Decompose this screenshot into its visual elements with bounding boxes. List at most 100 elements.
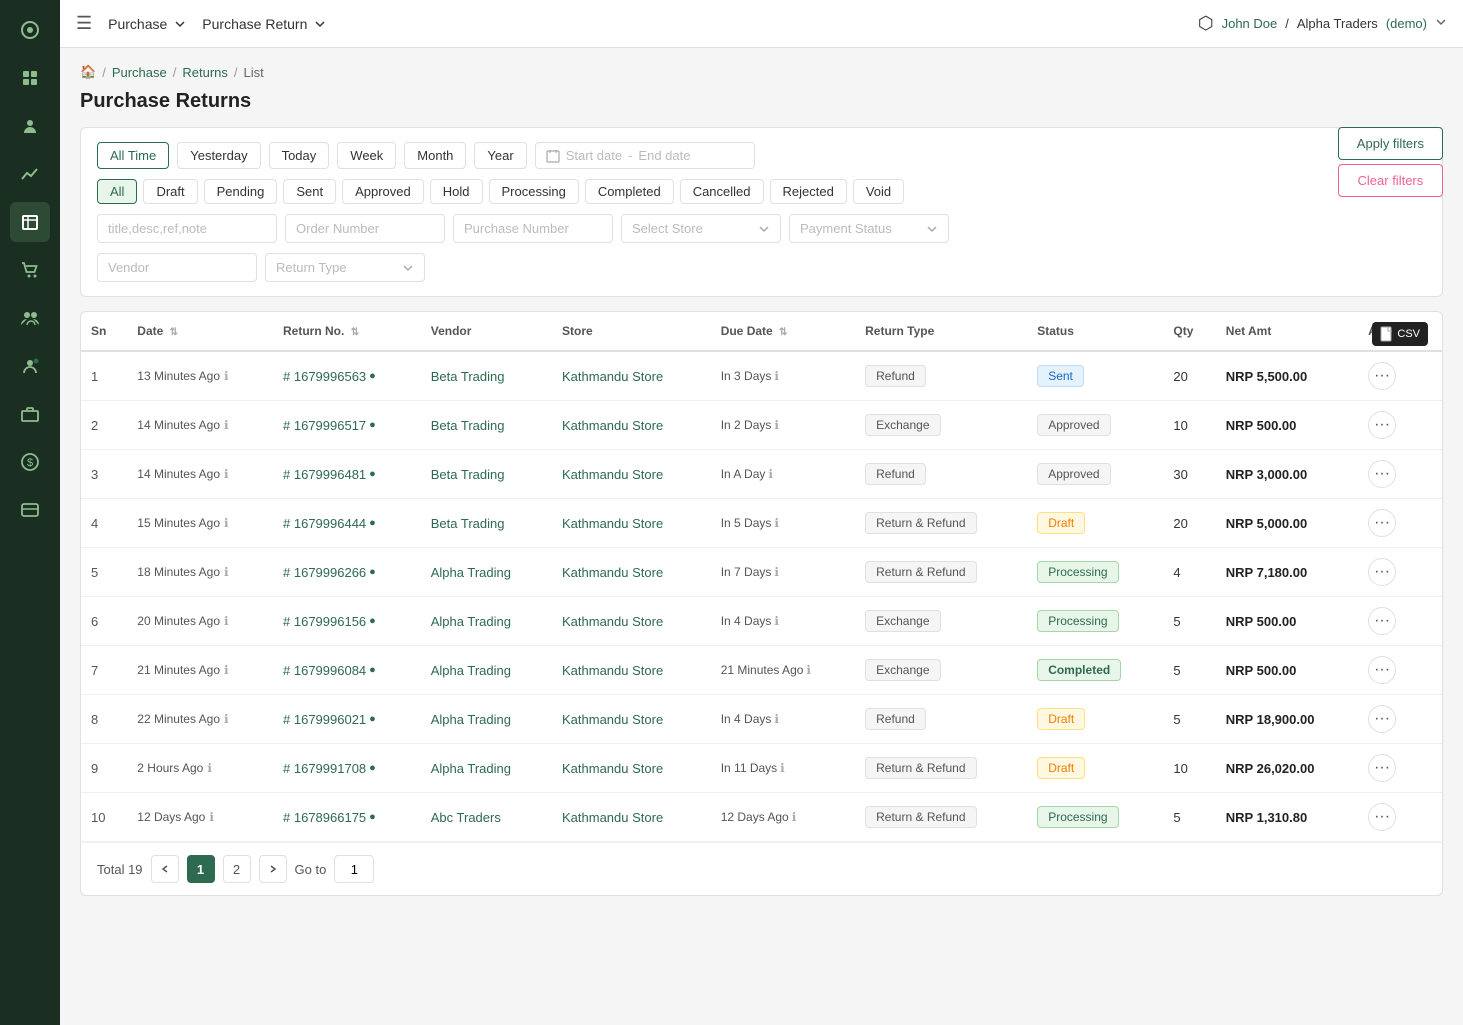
breadcrumb-home[interactable]: 🏠 xyxy=(80,64,96,80)
cell-net-amt: NRP 5,500.00 xyxy=(1216,351,1358,401)
cell-date: 18 Minutes Ago ℹ xyxy=(127,548,273,597)
person-icon[interactable] xyxy=(10,106,50,146)
row-action-button[interactable]: ··· xyxy=(1368,754,1396,782)
cell-return-no: # 1678966175 ● xyxy=(273,793,421,842)
status-btn-cancelled[interactable]: Cancelled xyxy=(680,179,764,204)
status-btn-hold[interactable]: Hold xyxy=(430,179,483,204)
page-1-button[interactable]: 1 xyxy=(187,855,215,883)
building-icon[interactable] xyxy=(10,202,50,242)
row-action-button[interactable]: ··· xyxy=(1368,558,1396,586)
apply-filters-button[interactable]: Apply filters xyxy=(1338,127,1443,160)
cell-sn: 10 xyxy=(81,793,127,842)
demo-label: (demo) xyxy=(1386,16,1427,31)
user-menu-chevron[interactable] xyxy=(1435,16,1447,31)
prev-page-button[interactable] xyxy=(151,855,179,883)
time-btn-alltime[interactable]: All Time xyxy=(97,142,169,169)
cell-vendor: Beta Trading xyxy=(421,450,552,499)
dollar-icon[interactable]: $ xyxy=(10,442,50,482)
briefcase-icon[interactable] xyxy=(10,394,50,434)
status-btn-completed[interactable]: Completed xyxy=(585,179,674,204)
vendor-return-row: Return Type xyxy=(97,253,1426,282)
row-action-button[interactable]: ··· xyxy=(1368,460,1396,488)
status-btn-approved[interactable]: Approved xyxy=(342,179,424,204)
status-btn-void[interactable]: Void xyxy=(853,179,904,204)
status-btn-rejected[interactable]: Rejected xyxy=(770,179,847,204)
users-icon[interactable] xyxy=(10,58,50,98)
cell-return-no: # 1679996563 ● xyxy=(273,351,421,401)
cell-vendor: Beta Trading xyxy=(421,351,552,401)
goto-page-input[interactable] xyxy=(334,855,374,883)
cell-qty: 10 xyxy=(1163,401,1215,450)
clear-filters-button[interactable]: Clear filters xyxy=(1338,164,1443,197)
cell-due-date: In 5 Days ℹ xyxy=(711,499,855,548)
cell-net-amt: NRP 500.00 xyxy=(1216,597,1358,646)
date-range-input[interactable]: Start date - End date xyxy=(535,142,755,169)
row-action-button[interactable]: ··· xyxy=(1368,607,1396,635)
title-search-input[interactable] xyxy=(97,214,277,243)
cell-qty: 30 xyxy=(1163,450,1215,499)
cart-icon[interactable] xyxy=(10,250,50,290)
breadcrumb-purchase[interactable]: Purchase xyxy=(112,65,167,80)
hamburger-icon[interactable]: ☰ xyxy=(76,13,92,34)
chart-icon[interactable] xyxy=(10,154,50,194)
page-2-button[interactable]: 2 xyxy=(223,855,251,883)
cell-vendor: Abc Traders xyxy=(421,793,552,842)
col-date[interactable]: Date ⇅ xyxy=(127,312,273,351)
team-icon[interactable] xyxy=(10,490,50,530)
table-row: 4 15 Minutes Ago ℹ # 1679996444 ● Beta T… xyxy=(81,499,1442,548)
breadcrumb-returns[interactable]: Returns xyxy=(182,65,228,80)
cell-qty: 5 xyxy=(1163,646,1215,695)
cell-return-type: Exchange xyxy=(855,401,1027,450)
col-return-no[interactable]: Return No. ⇅ xyxy=(273,312,421,351)
col-vendor: Vendor xyxy=(421,312,552,351)
order-number-input[interactable] xyxy=(285,214,445,243)
status-btn-all[interactable]: All xyxy=(97,179,137,204)
breadcrumb: 🏠 / Purchase / Returns / List xyxy=(80,64,1443,80)
row-action-button[interactable]: ··· xyxy=(1368,656,1396,684)
cell-return-no: # 1679996444 ● xyxy=(273,499,421,548)
purchase-number-input[interactable] xyxy=(453,214,613,243)
return-type-dropdown[interactable]: Return Type xyxy=(265,253,425,282)
table-body: 1 13 Minutes Ago ℹ # 1679996563 ● Beta T… xyxy=(81,351,1442,842)
payment-status-dropdown[interactable]: Payment Status xyxy=(789,214,949,243)
status-btn-pending[interactable]: Pending xyxy=(204,179,278,204)
cell-vendor: Alpha Trading xyxy=(421,597,552,646)
row-action-button[interactable]: ··· xyxy=(1368,803,1396,831)
next-page-button[interactable] xyxy=(259,855,287,883)
csv-export-button[interactable]: CSV xyxy=(1372,322,1428,346)
vendor-input[interactable] xyxy=(97,253,257,282)
cell-date: 15 Minutes Ago ℹ xyxy=(127,499,273,548)
people-icon[interactable] xyxy=(10,298,50,338)
user-admin-icon[interactable] xyxy=(10,346,50,386)
time-btn-week[interactable]: Week xyxy=(337,142,396,169)
cell-return-no: # 1679996517 ● xyxy=(273,401,421,450)
status-btn-sent[interactable]: Sent xyxy=(283,179,336,204)
cell-return-no: # 1679996481 ● xyxy=(273,450,421,499)
purchase-return-menu[interactable]: Purchase Return xyxy=(202,16,326,32)
status-badge: Approved xyxy=(1037,414,1110,436)
cell-due-date: 12 Days Ago ℹ xyxy=(711,793,855,842)
row-action-button[interactable]: ··· xyxy=(1368,705,1396,733)
status-btn-processing[interactable]: Processing xyxy=(489,179,579,204)
row-action-button[interactable]: ··· xyxy=(1368,509,1396,537)
time-btn-year[interactable]: Year xyxy=(474,142,526,169)
purchase-menu[interactable]: Purchase xyxy=(108,16,186,32)
cell-return-no: # 1679996084 ● xyxy=(273,646,421,695)
col-qty: Qty xyxy=(1163,312,1215,351)
time-btn-today[interactable]: Today xyxy=(269,142,330,169)
time-btn-yesterday[interactable]: Yesterday xyxy=(177,142,260,169)
status-btn-draft[interactable]: Draft xyxy=(143,179,197,204)
cell-return-type: Return & Refund xyxy=(855,744,1027,793)
row-action-button[interactable]: ··· xyxy=(1368,411,1396,439)
cell-date: 2 Hours Ago ℹ xyxy=(127,744,273,793)
cell-status: Processing xyxy=(1027,548,1163,597)
status-badge: Sent xyxy=(1037,365,1084,387)
cell-store: Kathmandu Store xyxy=(552,597,711,646)
col-due-date[interactable]: Due Date ⇅ xyxy=(711,312,855,351)
table-row: 6 20 Minutes Ago ℹ # 1679996156 ● Alpha … xyxy=(81,597,1442,646)
select-store-dropdown[interactable]: Select Store xyxy=(621,214,781,243)
dashboard-icon[interactable] xyxy=(10,10,50,50)
row-action-button[interactable]: ··· xyxy=(1368,362,1396,390)
cell-qty: 5 xyxy=(1163,695,1215,744)
time-btn-month[interactable]: Month xyxy=(404,142,466,169)
